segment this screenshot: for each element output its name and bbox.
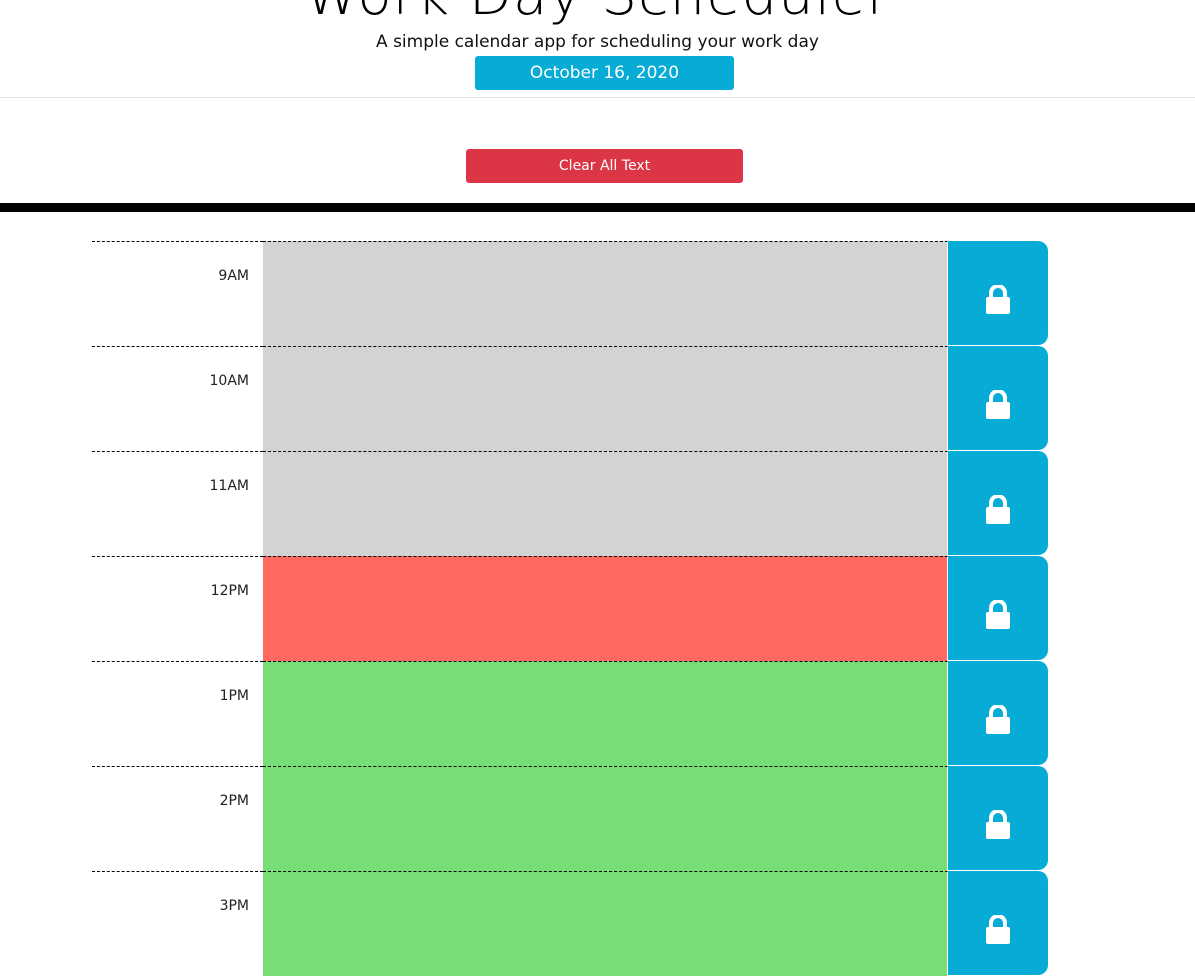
task-input-future[interactable] xyxy=(263,661,948,766)
task-input-past[interactable] xyxy=(263,241,948,346)
lock-icon xyxy=(986,915,1010,944)
hour-label: 11AM xyxy=(92,451,263,556)
clear-all-button[interactable]: Clear All Text xyxy=(466,149,743,183)
page-title: Work Day Scheduler xyxy=(0,0,1195,26)
task-input-future[interactable] xyxy=(263,871,948,976)
time-block-row: 3PM xyxy=(92,871,1048,976)
hour-label: 12PM xyxy=(92,556,263,661)
save-button[interactable] xyxy=(948,661,1048,765)
save-button[interactable] xyxy=(948,766,1048,870)
time-block-row: 9AM xyxy=(92,241,1048,346)
divider xyxy=(0,203,1195,212)
lock-icon xyxy=(986,600,1010,629)
lock-icon xyxy=(986,285,1010,314)
lock-icon xyxy=(986,705,1010,734)
time-block-list: 9AM 10AM 11AM 12PM 1PM 2PM 3PM xyxy=(92,241,1048,976)
save-button[interactable] xyxy=(948,346,1048,450)
save-button[interactable] xyxy=(948,451,1048,555)
time-block-row: 10AM xyxy=(92,346,1048,451)
save-button[interactable] xyxy=(948,556,1048,660)
hour-label: 1PM xyxy=(92,661,263,766)
lock-icon xyxy=(986,390,1010,419)
task-input-past[interactable] xyxy=(263,451,948,556)
time-block-row: 1PM xyxy=(92,661,1048,766)
current-date: October 16, 2020 xyxy=(475,56,734,90)
page-header: Work Day Scheduler A simple calendar app… xyxy=(0,0,1195,98)
hour-label: 10AM xyxy=(92,346,263,451)
time-block-row: 2PM xyxy=(92,766,1048,871)
save-button[interactable] xyxy=(948,241,1048,345)
page-subtitle: A simple calendar app for scheduling you… xyxy=(376,32,819,52)
task-input-past[interactable] xyxy=(263,346,948,451)
time-block-row: 11AM xyxy=(92,451,1048,556)
lock-icon xyxy=(986,495,1010,524)
hour-label: 3PM xyxy=(92,871,263,976)
hour-label: 9AM xyxy=(92,241,263,346)
hour-label: 2PM xyxy=(92,766,263,871)
save-button[interactable] xyxy=(948,871,1048,975)
task-input-present[interactable] xyxy=(263,556,948,661)
time-block-row: 12PM xyxy=(92,556,1048,661)
task-input-future[interactable] xyxy=(263,766,948,871)
lock-icon xyxy=(986,810,1010,839)
